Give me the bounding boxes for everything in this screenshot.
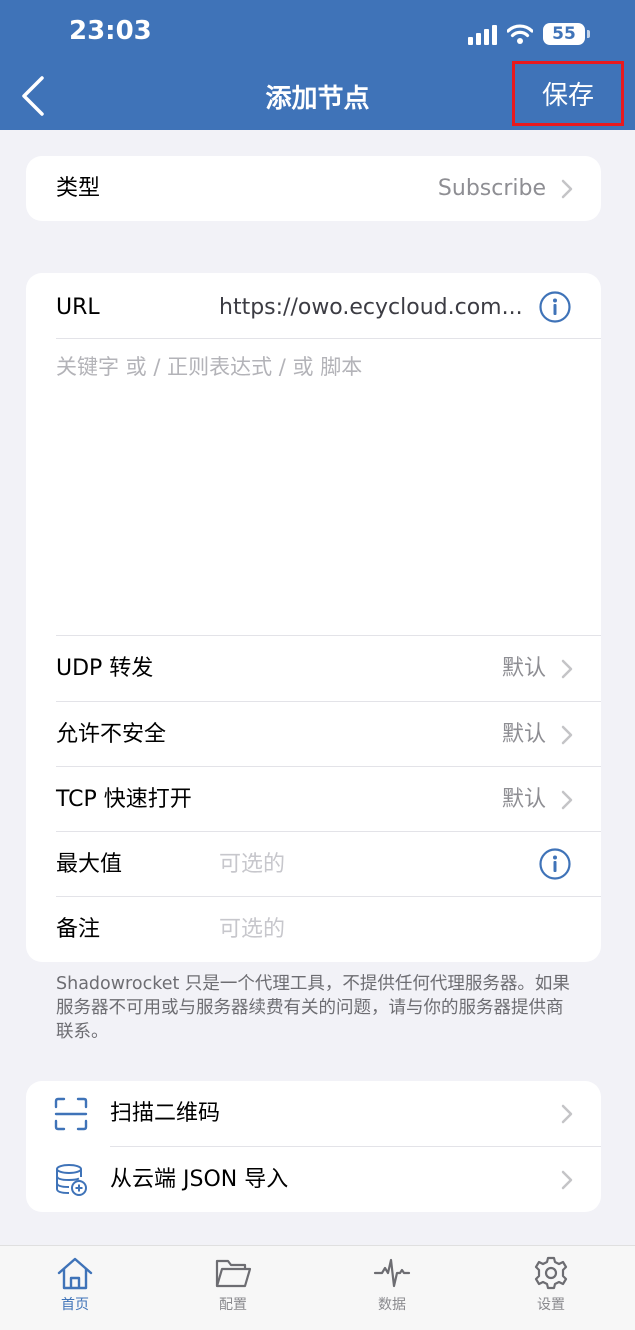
info-icon[interactable] (539, 291, 571, 323)
home-icon (57, 1257, 93, 1290)
import-cloud-json-row[interactable]: 从云端 JSON 导入 (26, 1147, 601, 1212)
tab-settings[interactable]: 设置 (501, 1256, 601, 1314)
tab-bar: 首页 配置 数据 设置 (0, 1245, 635, 1330)
import-cloud-json-label: 从云端 JSON 导入 (110, 1167, 289, 1192)
type-row[interactable]: 类型 Subscribe (26, 156, 601, 221)
scan-qr-row[interactable]: 扫描二维码 (26, 1081, 601, 1146)
max-value-label: 最大值 (56, 852, 123, 877)
tab-data[interactable]: 数据 (342, 1256, 442, 1314)
tab-home[interactable]: 首页 (25, 1256, 125, 1314)
folder-icon (215, 1259, 252, 1288)
udp-relay-row[interactable]: UDP 转发 默认 (26, 636, 601, 701)
url-field[interactable]: https://owo.ecycloud.com... (219, 275, 523, 340)
cloud-database-icon (56, 1164, 87, 1196)
allow-insecure-label: 允许不安全 (56, 722, 167, 747)
wifi-icon (507, 24, 533, 44)
node-settings-card: URL https://owo.ecycloud.com... 关键字 或 / … (26, 273, 601, 962)
url-label: URL (56, 295, 100, 320)
keyword-script-textarea[interactable]: 关键字 或 / 正则表达式 / 或 脚本 (56, 351, 362, 381)
navigation-header: 23:03 55 添加节点 保存 (0, 0, 635, 130)
max-value-row: 最大值 可选的 (26, 832, 601, 897)
type-card: 类型 Subscribe (26, 156, 601, 221)
battery-icon: 55 (543, 23, 590, 45)
disclaimer-text: Shadowrocket 只是一个代理工具，不提供任何代理服务器。如果服务器不可… (56, 974, 570, 1042)
import-actions-card: 扫描二维码 从云端 JSON 导入 (26, 1081, 601, 1212)
status-time: 23:03 (69, 16, 152, 46)
type-value: Subscribe (437, 176, 546, 201)
allow-insecure-row[interactable]: 允许不安全 默认 (26, 702, 601, 767)
type-label: 类型 (56, 176, 101, 201)
qr-scan-icon (54, 1097, 88, 1131)
tab-config[interactable]: 配置 (183, 1256, 283, 1314)
remark-row: 备注 可选的 (26, 897, 601, 962)
chevron-right-icon (561, 790, 573, 810)
allow-insecure-value: 默认 (501, 722, 546, 747)
gear-icon (534, 1256, 568, 1290)
remark-label: 备注 (56, 917, 101, 942)
tcp-fast-open-label: TCP 快速打开 (56, 787, 192, 812)
chevron-right-icon (561, 659, 573, 679)
chevron-right-icon (561, 725, 573, 745)
activity-icon (373, 1258, 411, 1288)
max-value-input[interactable]: 可选的 (219, 832, 285, 897)
divider (56, 338, 601, 339)
chevron-right-icon (561, 1170, 573, 1190)
tab-config-label: 配置 (219, 1297, 247, 1313)
remark-input[interactable]: 可选的 (219, 897, 285, 962)
tcp-fast-open-row[interactable]: TCP 快速打开 默认 (26, 767, 601, 832)
tcp-fast-open-value: 默认 (501, 787, 546, 812)
tab-data-label: 数据 (378, 1297, 406, 1313)
udp-relay-value: 默认 (501, 656, 546, 681)
scan-qr-label: 扫描二维码 (110, 1101, 221, 1126)
url-row[interactable]: URL https://owo.ecycloud.com... (26, 275, 601, 340)
tab-settings-label: 设置 (537, 1297, 565, 1313)
chevron-right-icon (561, 1104, 573, 1124)
save-button[interactable]: 保存 (512, 61, 624, 126)
cellular-signal-icon (468, 23, 497, 45)
info-icon[interactable] (539, 848, 571, 880)
status-icons: 55 (468, 20, 590, 48)
udp-relay-label: UDP 转发 (56, 656, 154, 681)
chevron-right-icon (561, 179, 573, 199)
tab-home-label: 首页 (61, 1297, 89, 1313)
